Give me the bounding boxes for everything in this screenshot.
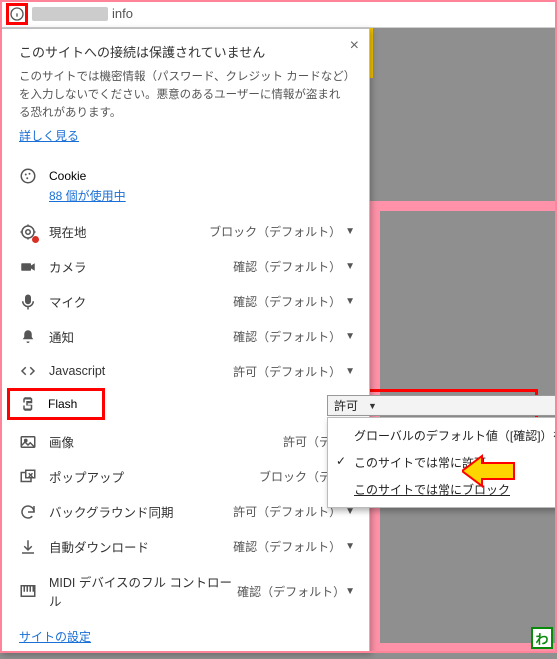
perm-value-camera[interactable]: 確認（デフォルト）▼ (233, 258, 355, 275)
perm-label: バックグラウンド同期 (49, 502, 174, 521)
perm-label: MIDI デバイスのフル コントロール (49, 572, 237, 610)
perm-row-bgsync: バックグラウンド同期 許可（デフォルト）▼ (1, 494, 369, 529)
site-info-icon[interactable] (6, 3, 28, 25)
perm-value-midi[interactable]: 確認（デフォルト）▼ (237, 583, 355, 600)
perm-value-notif[interactable]: 確認（デフォルト）▼ (233, 328, 355, 345)
perm-row-images: 画像 許可（デフォ (1, 424, 369, 459)
perm-label: 画像 (49, 432, 74, 451)
bell-icon (19, 328, 37, 346)
permission-list: 現在地 ブロック（デフォルト）▼ カメラ 確認（デフォルト）▼ マイク 確認（デ… (1, 214, 369, 618)
flash-icon (18, 395, 36, 413)
perm-row-autodl: 自動ダウンロード 確認（デフォルト）▼ (1, 529, 369, 564)
close-button[interactable]: × (350, 37, 359, 55)
dd-option-allow[interactable]: このサイトでは常に許可 (328, 449, 557, 476)
dd-option-default[interactable]: グローバルのデフォルト値（[確認]）を使用 (328, 422, 557, 449)
perm-value-autodl[interactable]: 確認（デフォルト）▼ (233, 538, 355, 555)
dd-option-block[interactable]: このサイトでは常にブロック (328, 476, 557, 503)
perm-value-mic[interactable]: 確認（デフォルト）▼ (233, 293, 355, 310)
camera-icon (19, 258, 37, 276)
learn-more-link[interactable]: 詳しく見る (19, 129, 79, 143)
perm-row-js: Javascript 許可（デフォルト）▼ (1, 354, 369, 388)
site-settings-link[interactable]: サイトの設定 (19, 630, 91, 644)
security-title: このサイトへの接続は保護されていません (19, 43, 351, 63)
perm-label: Javascript (49, 364, 105, 378)
url-host-blurred (32, 7, 108, 21)
midi-icon (19, 582, 37, 600)
flash-permission-select[interactable]: 許可▼ (327, 395, 557, 416)
wa-badge: わ (531, 627, 553, 649)
security-desc: このサイトでは機密情報（パスワード、クレジット カードなど）を入力しないでくださ… (19, 69, 351, 122)
image-icon (19, 433, 37, 451)
perm-label: Flash (48, 397, 77, 411)
perm-label: 現在地 (49, 222, 87, 241)
sync-icon (19, 503, 37, 521)
site-info-panel: × このサイトへの接続は保護されていません このサイトでは機密情報（パスワード、… (0, 28, 370, 653)
perm-row-camera: カメラ 確認（デフォルト）▼ (1, 249, 369, 284)
perm-value-location[interactable]: ブロック（デフォルト）▼ (209, 223, 355, 240)
cookie-label: Cookie (49, 169, 86, 183)
perm-row-midi: MIDI デバイスのフル コントロール 確認（デフォルト）▼ (1, 564, 369, 618)
perm-label: ポップアップ (49, 467, 124, 486)
cookie-usage-link[interactable]: 88 個が使用中 (49, 189, 126, 203)
perm-row-flash: Flash (7, 388, 105, 420)
cookie-icon (19, 167, 37, 185)
page-background (370, 28, 557, 653)
perm-label: 通知 (49, 327, 74, 346)
perm-label: マイク (49, 292, 86, 311)
perm-label: カメラ (49, 257, 87, 276)
url-bar: info (0, 0, 557, 28)
popup-icon (19, 468, 37, 486)
perm-row-mic: マイク 確認（デフォルト）▼ (1, 284, 369, 319)
perm-row-location: 現在地 ブロック（デフォルト）▼ (1, 214, 369, 249)
annotation-arrow (462, 454, 516, 488)
download-icon (19, 538, 37, 556)
perm-value-js[interactable]: 許可（デフォルト）▼ (233, 363, 355, 380)
location-icon (19, 223, 37, 241)
perm-row-popups: ポップアップ ブロック（デフォ (1, 459, 369, 494)
mic-icon (19, 293, 37, 311)
url-suffix: info (112, 6, 133, 21)
perm-label: 自動ダウンロード (49, 537, 149, 556)
flash-permission-menu: グローバルのデフォルト値（[確認]）を使用 このサイトでは常に許可 このサイトで… (327, 417, 557, 508)
code-icon (19, 362, 37, 380)
perm-row-notif: 通知 確認（デフォルト）▼ (1, 319, 369, 354)
